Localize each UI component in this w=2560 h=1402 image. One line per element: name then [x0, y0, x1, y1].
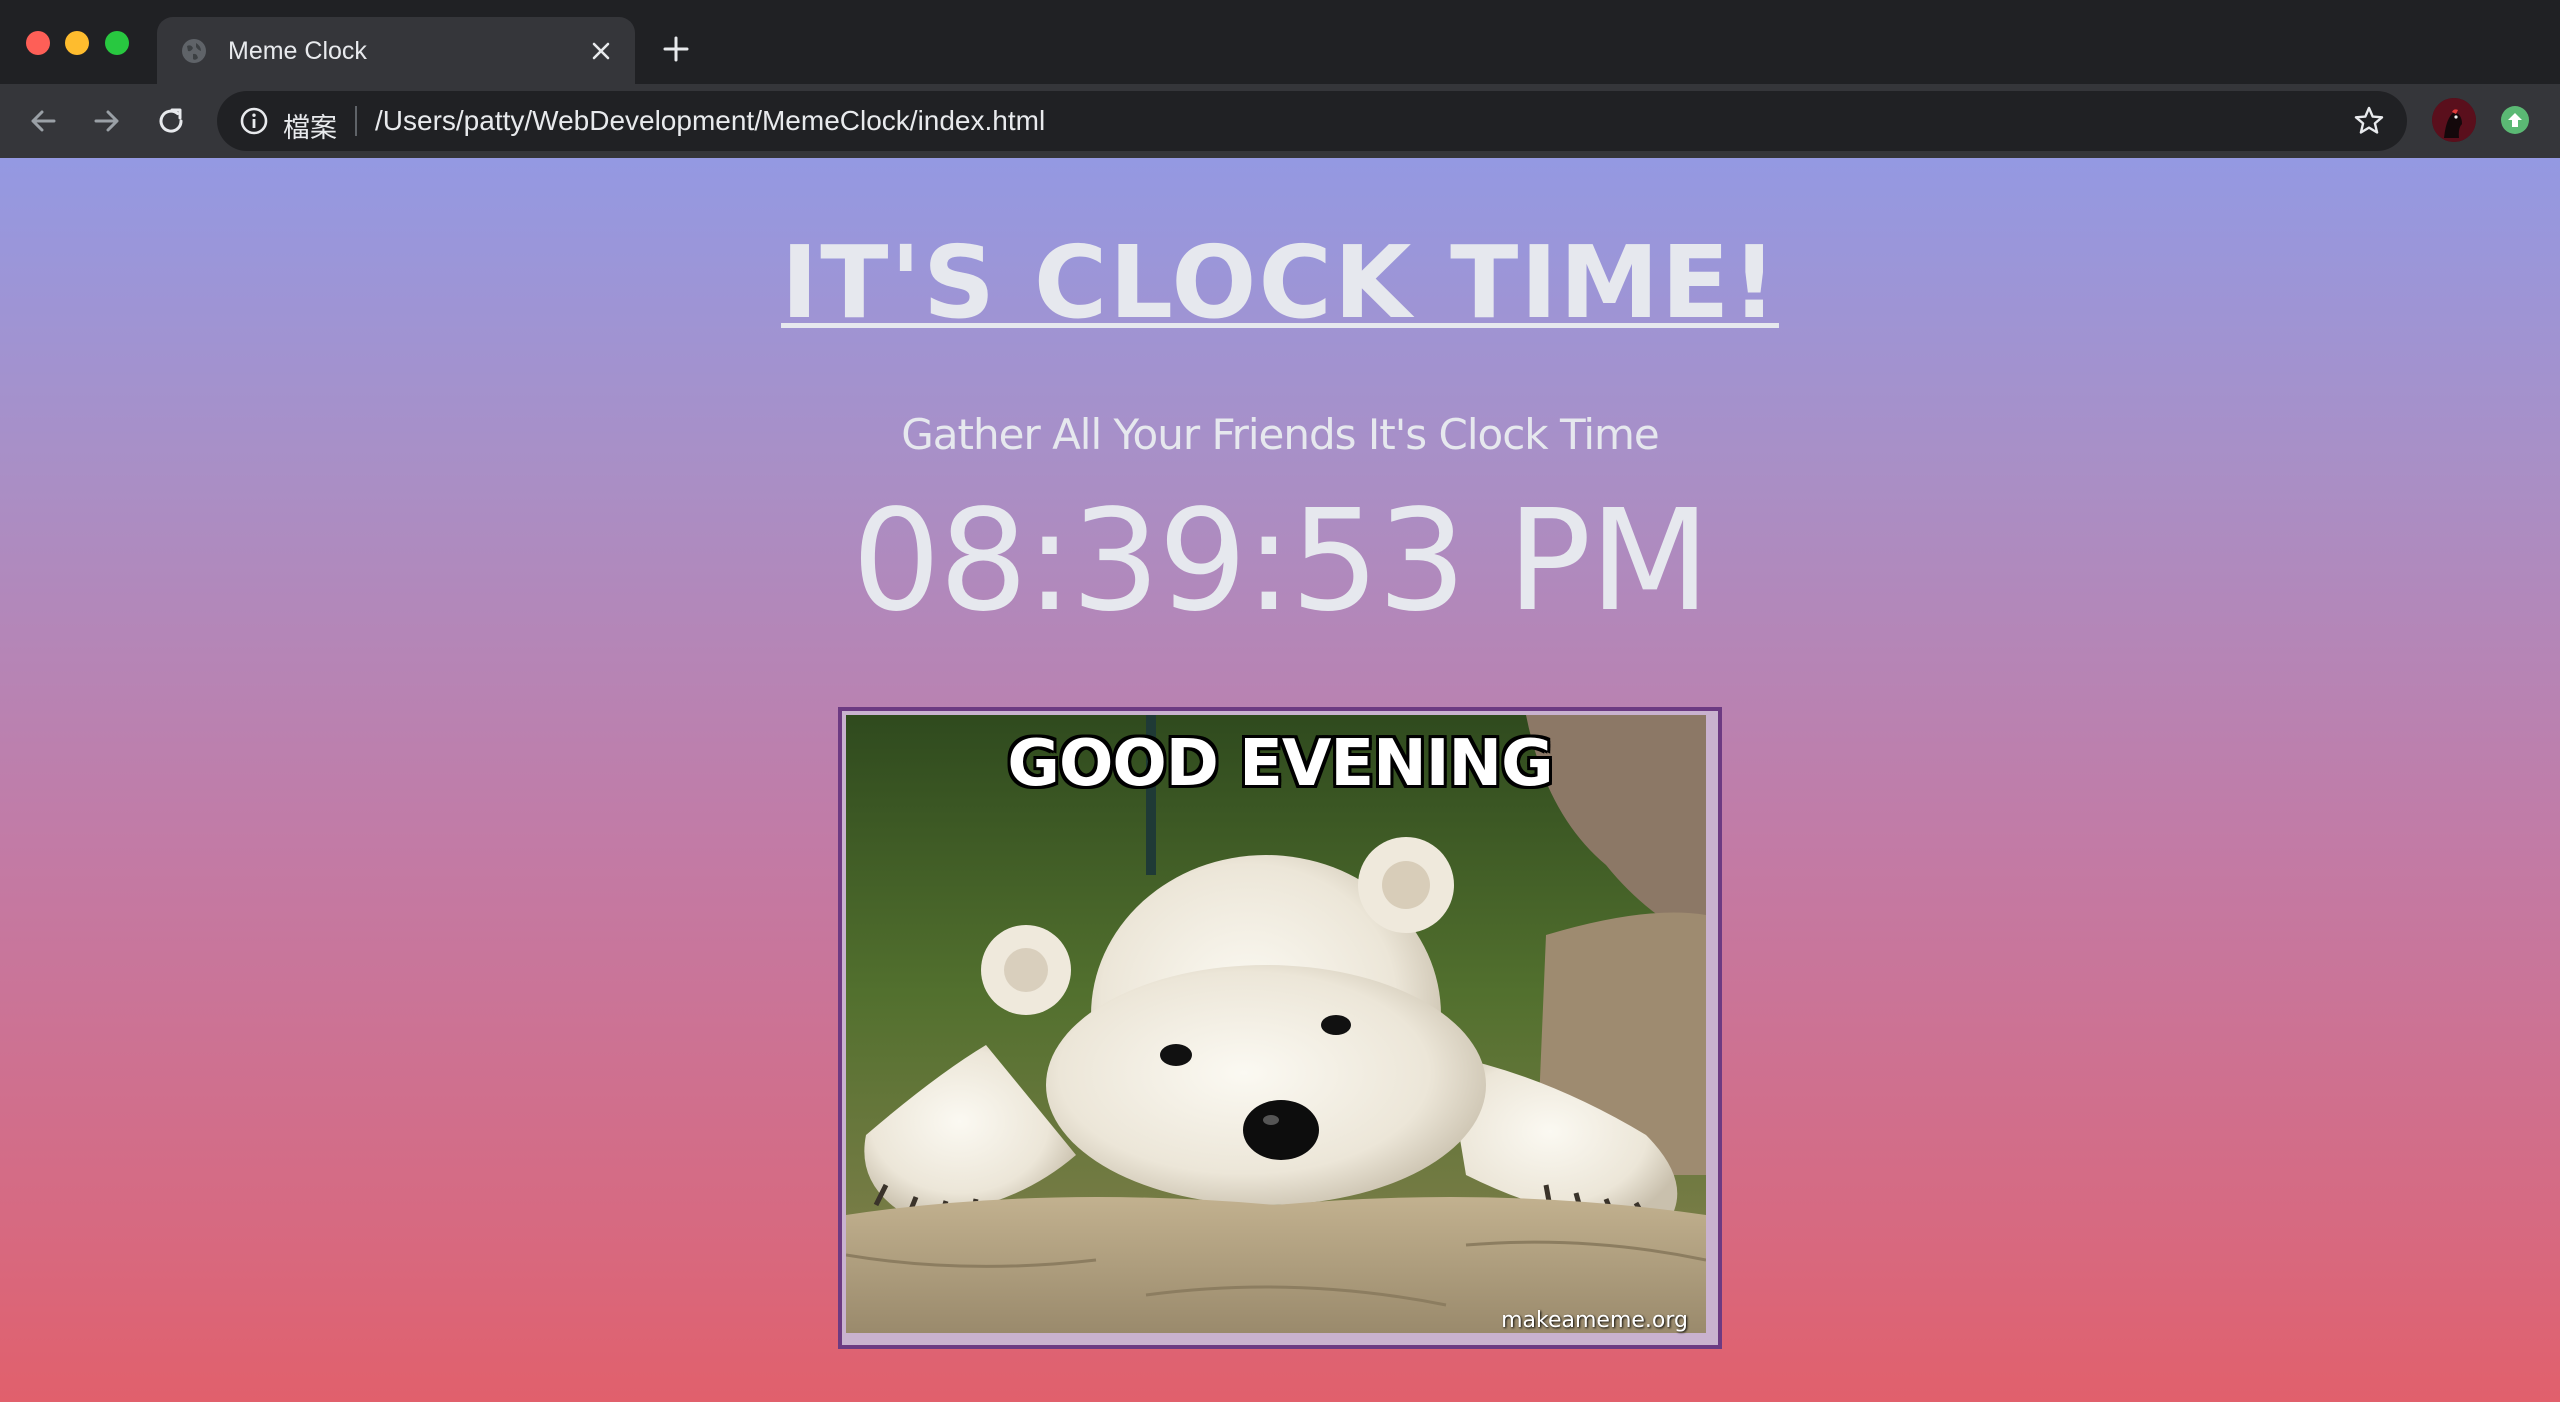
url-text[interactable]: /Users/patty/WebDevelopment/MemeClock/in… [375, 105, 1045, 137]
polar-bear-meme-image: GOOD EVENING makeameme.org [846, 715, 1714, 1341]
meme-caption: GOOD EVENING [1007, 727, 1553, 801]
new-tab-plus-icon[interactable] [662, 35, 690, 63]
close-tab-icon[interactable] [587, 37, 615, 65]
back-arrow-icon[interactable] [24, 102, 62, 140]
reload-icon[interactable] [152, 102, 190, 140]
page-subtitle: Gather All Your Friends It's Clock Time [901, 410, 1660, 459]
browser-toolbar: 檔案 /Users/patty/WebDevelopment/MemeClock… [0, 84, 2560, 158]
info-icon[interactable] [239, 106, 269, 136]
zoom-window-button[interactable] [105, 31, 129, 55]
meme-image-frame: GOOD EVENING makeameme.org [838, 707, 1722, 1349]
globe-icon [181, 38, 207, 64]
minimize-window-button[interactable] [65, 31, 89, 55]
omnibox-divider [355, 106, 357, 136]
browser-tab-strip: Meme Clock [0, 0, 2560, 84]
address-bar[interactable]: 檔案 /Users/patty/WebDevelopment/MemeClock… [217, 91, 2407, 151]
profile-avatar[interactable] [2432, 98, 2476, 142]
bookmark-star-icon[interactable] [2353, 105, 2385, 137]
meme-watermark: makeameme.org [1501, 1308, 1688, 1333]
close-window-button[interactable] [26, 31, 50, 55]
page-viewport: IT'S CLOCK TIME! Gather All Your Friends… [0, 158, 2560, 1402]
tab-meme-clock[interactable]: Meme Clock [157, 17, 635, 84]
forward-arrow-icon[interactable] [88, 102, 126, 140]
tab-title: Meme Clock [228, 37, 367, 65]
update-arrow-icon[interactable] [2500, 105, 2530, 135]
clock-display: 08:39:53 PM [851, 480, 1711, 643]
site-info-label[interactable]: 檔案 [283, 106, 337, 145]
page-title: IT'S CLOCK TIME! [781, 224, 1779, 341]
